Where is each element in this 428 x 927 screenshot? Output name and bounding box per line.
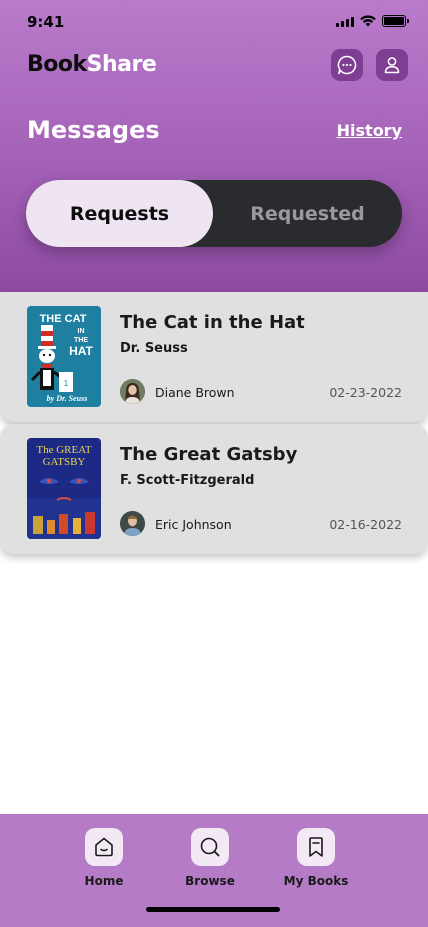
user-icon <box>384 57 400 74</box>
wifi-icon <box>360 15 376 27</box>
cover-title-line1: THE CAT <box>40 313 87 325</box>
cover-title-line1: The GREAT <box>36 444 92 456</box>
book-title: The Great Gatsby <box>120 444 298 465</box>
page-title: Messages <box>27 116 160 144</box>
tab-label: Browse <box>185 874 235 888</box>
screen: 9:41 BookShare Messages History Requests… <box>0 0 428 927</box>
tab-home[interactable]: Home <box>64 828 144 888</box>
tab-requests[interactable]: Requests <box>26 180 213 247</box>
status-icons <box>336 15 409 27</box>
tab-label: My Books <box>283 874 349 888</box>
book-title: The Cat in the Hat <box>120 312 305 333</box>
logo-share: Share <box>86 52 157 77</box>
requester-name: Diane Brown <box>155 385 235 400</box>
book-cover: The GREAT GATSBY <box>27 438 101 539</box>
avatar <box>120 379 145 404</box>
book-author: F. Scott-Fitzgerald <box>120 473 255 488</box>
request-date: 02-23-2022 <box>329 385 402 400</box>
signal-icon <box>336 16 354 27</box>
app-logo: BookShare <box>27 52 157 77</box>
logo-book: Book <box>27 52 87 77</box>
cover-title-line2: GATSBY <box>43 456 86 468</box>
messages-button[interactable] <box>331 49 363 81</box>
home-icon <box>85 828 123 866</box>
request-date: 02-16-2022 <box>329 517 402 532</box>
svg-text:1: 1 <box>64 379 69 388</box>
tab-browse[interactable]: Browse <box>170 828 250 888</box>
avatar <box>120 511 145 536</box>
cover-title-line4: HAT <box>69 344 93 358</box>
profile-button[interactable] <box>376 49 408 81</box>
request-card[interactable]: The GREAT GATSBY The Great Gatsby F. Sco… <box>0 424 428 554</box>
tab-requested[interactable]: Requested <box>213 180 402 247</box>
home-indicator <box>146 907 280 912</box>
bookmark-icon <box>297 828 335 866</box>
request-list: THE CAT IN THE HAT 1 by Dr. Seuss The Ca… <box>0 292 428 556</box>
chat-bubble-icon <box>337 55 357 75</box>
book-author: Dr. Seuss <box>120 341 188 356</box>
book-cover: THE CAT IN THE HAT 1 by Dr. Seuss <box>27 306 101 407</box>
header: 9:41 BookShare Messages History Requests… <box>0 0 428 292</box>
status-bar: 9:41 <box>0 0 428 44</box>
requester-name: Eric Johnson <box>155 517 232 532</box>
cover-title-line3: THE <box>74 337 88 344</box>
cover-author: by Dr. Seuss <box>47 394 88 403</box>
tab-label: Home <box>84 874 124 888</box>
history-link[interactable]: History <box>337 121 402 140</box>
battery-icon <box>382 15 409 27</box>
search-icon <box>191 828 229 866</box>
request-card[interactable]: THE CAT IN THE HAT 1 by Dr. Seuss The Ca… <box>0 292 428 422</box>
tab-my-books[interactable]: My Books <box>276 828 356 888</box>
segmented-control: Requests Requested <box>26 180 402 247</box>
status-time: 9:41 <box>27 13 65 31</box>
cover-title-line2: IN <box>78 328 85 335</box>
